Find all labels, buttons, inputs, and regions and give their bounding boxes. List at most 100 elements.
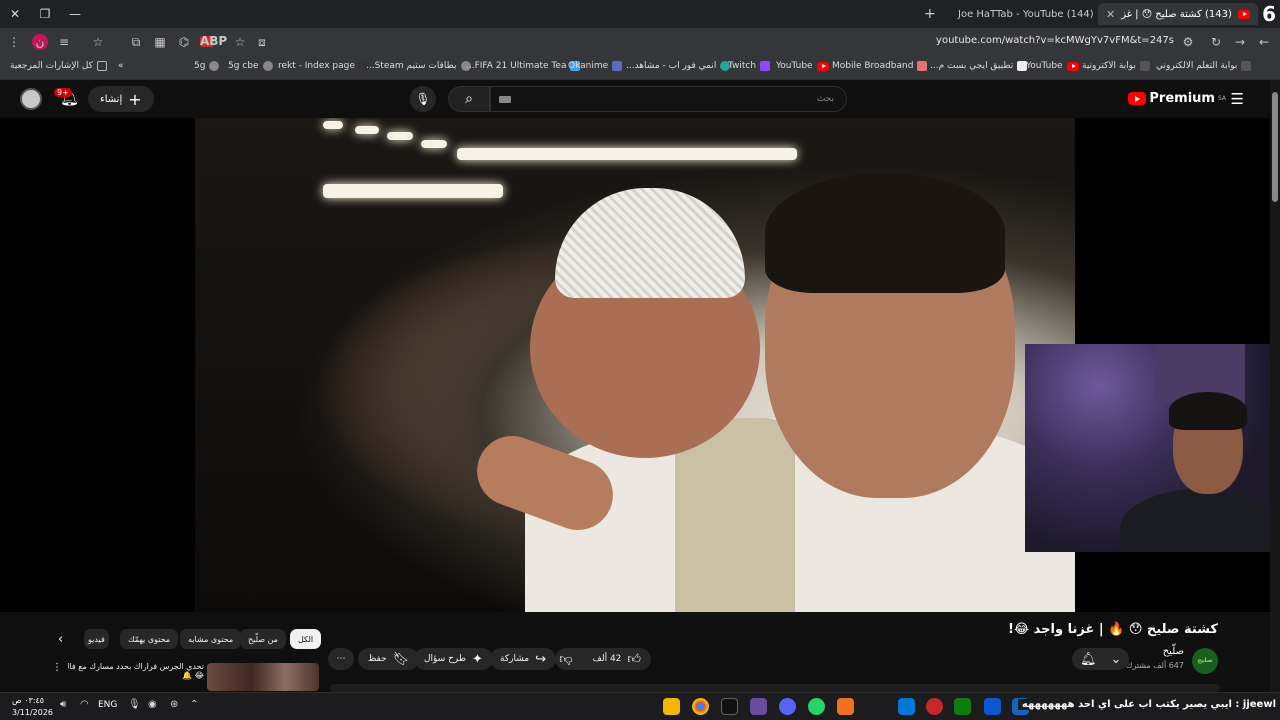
- favorite-star-icon[interactable]: ☆: [232, 34, 248, 50]
- wifi-icon[interactable]: ◠: [80, 699, 89, 710]
- menu-dots-icon[interactable]: ⋮: [6, 34, 22, 50]
- thumbs-down-icon[interactable]: 👎︎: [559, 652, 572, 667]
- bookmark-item[interactable]: Okanime: [568, 61, 623, 71]
- bookmark-item[interactable]: rekt - Index page: [278, 61, 369, 71]
- tab-active-video[interactable]: (143) كشتة صليح 😯 | غز ✕: [1098, 3, 1258, 25]
- meet-icon[interactable]: ◉: [148, 699, 157, 710]
- record-icon[interactable]: [926, 698, 943, 715]
- like-count[interactable]: 42 ألف: [593, 654, 622, 664]
- bookmark-item[interactable]: 5g cbe: [228, 61, 273, 71]
- address-bar-url[interactable]: youtube.com/watch?v=kcMWgYv7vFM&t=247s: [936, 35, 1174, 46]
- chat-ticker: jjeewl : ايبي يصير يكتب اب على اي احد هه…: [1017, 699, 1280, 710]
- thumbs-up-icon[interactable]: 👍︎: [627, 652, 641, 667]
- subscriber-count: 647 ألف مشترك: [1125, 661, 1184, 670]
- save-button[interactable]: 🔖︎ حفظ: [358, 648, 420, 670]
- subscribe-notifications-button[interactable]: ⌄ 🔔︎: [1072, 648, 1130, 670]
- taskbar-clock[interactable]: ٠٣:٤٥ ص 3/11/2026: [12, 695, 53, 719]
- search-icon[interactable]: ⌕: [448, 86, 490, 112]
- tab-close-icon[interactable]: ✕: [1106, 8, 1115, 21]
- youtube-premium-logo[interactable]: Premium SA: [1128, 91, 1226, 106]
- bookmark-item[interactable]: YouTube: [776, 61, 829, 71]
- video-player[interactable]: [0, 118, 1270, 612]
- suggested-video-thumbnail[interactable]: [207, 663, 319, 691]
- window-restore-icon[interactable]: ❐: [36, 5, 54, 23]
- share-button[interactable]: ↪ مشاركة: [490, 648, 556, 670]
- extensions-icon[interactable]: ⧉: [128, 34, 144, 50]
- channel-name[interactable]: صلّيح: [1163, 646, 1184, 657]
- capcut-icon[interactable]: [721, 698, 738, 715]
- extension-badge-icon[interactable]: ن: [32, 34, 48, 50]
- site-settings-icon[interactable]: ⚙: [1180, 34, 1196, 50]
- bookmark-item[interactable]: تطبيق ايجي بست م...: [930, 61, 1028, 71]
- chip-videos[interactable]: فيديو: [84, 629, 109, 649]
- suggested-video-title[interactable]: تحدي الجرس فراراك بحدد مسارك مع فالكونز …: [68, 662, 204, 680]
- volume-icon[interactable]: 🔊︎: [60, 699, 66, 710]
- chevron-left-icon[interactable]: ‹: [58, 632, 63, 647]
- more-actions-icon[interactable]: ⋯: [328, 648, 354, 670]
- chip-related[interactable]: محتوى مشابه: [180, 629, 242, 649]
- voice-search-icon[interactable]: 🎙︎: [410, 86, 436, 112]
- store-icon[interactable]: [898, 698, 915, 715]
- obs-icon[interactable]: [750, 698, 767, 715]
- bookmark-item[interactable]: بوابة الاكترونية: [1082, 61, 1150, 71]
- whatsapp-icon[interactable]: [808, 698, 825, 715]
- discord-icon[interactable]: [779, 698, 796, 715]
- hamburger-menu-icon[interactable]: ☰: [1231, 90, 1244, 108]
- all-bookmarks-folder[interactable]: كل الإشارات المرجعية: [10, 61, 107, 71]
- bookmark-item[interactable]: Twitch: [728, 61, 771, 71]
- person-hair: [765, 173, 1005, 293]
- bookmark-star-icon[interactable]: ☆: [90, 34, 106, 50]
- adblock-icon[interactable]: ABP: [200, 35, 227, 47]
- video-frame[interactable]: [195, 118, 1075, 612]
- back-arrow-icon[interactable]: ←: [1256, 34, 1272, 50]
- reload-icon[interactable]: ↻: [1208, 34, 1224, 50]
- file-explorer-icon[interactable]: [663, 698, 680, 715]
- bookmarks-bar: كل الإشارات المرجعية » 5g 5g cbe rekt - …: [0, 56, 1280, 80]
- microphone-icon[interactable]: 🎙︎: [128, 699, 141, 710]
- window-minimize-icon[interactable]: —: [66, 5, 84, 23]
- suggestion-menu-icon[interactable]: ⋮: [52, 662, 62, 673]
- sparkle-icon: ✦: [472, 651, 483, 667]
- tab-count-badge[interactable]: 6: [1262, 2, 1276, 26]
- forward-arrow-icon[interactable]: →: [1232, 34, 1248, 50]
- ask-button[interactable]: ✦ طرح سؤال: [414, 648, 493, 670]
- portal-icon: [1241, 61, 1252, 71]
- youtube-logo-icon: [1128, 92, 1147, 105]
- create-button[interactable]: + إنشاء: [88, 86, 154, 112]
- chrome-icon[interactable]: [692, 698, 709, 715]
- teams-icon[interactable]: [984, 698, 1001, 715]
- tray-overflow-icon[interactable]: ⌃: [190, 699, 198, 710]
- bookmark-item[interactable]: Mobile Broadband: [832, 61, 928, 71]
- taskbar: ٠٣:٤٥ ص 3/11/2026 🔊︎ ◠ ENG 🎙︎ ◉ ⊛ ⌃ jjee…: [0, 692, 1280, 720]
- install-app-icon[interactable]: ⧈: [254, 34, 270, 50]
- keyboard-icon[interactable]: [499, 96, 511, 103]
- bookmark-item[interactable]: 5g: [194, 61, 220, 71]
- tab-joe-hattab[interactable]: (144) Joe HaTTab - YouTube: [950, 3, 1120, 25]
- window-close-icon[interactable]: ✕: [6, 5, 24, 23]
- input-language[interactable]: ENG: [98, 700, 117, 710]
- bookmark-item[interactable]: انمي فور اب - مشاهد...: [626, 61, 731, 71]
- scrollbar-thumb[interactable]: [1272, 92, 1278, 202]
- sidepanel-icon[interactable]: ▦: [152, 34, 168, 50]
- bookmark-item[interactable]: FIFA 21 Ultimate Tea...: [466, 61, 581, 71]
- steam-tray-icon[interactable]: ⊛: [170, 699, 178, 710]
- bookmark-item[interactable]: بطاقات ستيم Steam...: [366, 61, 471, 71]
- bookmark-item[interactable]: بوابة التعلم الالكتروني: [1156, 61, 1252, 71]
- string-light: [457, 148, 797, 160]
- youtube-favicon-icon: [1066, 61, 1079, 71]
- chip-for-you[interactable]: محتوى يهمّك: [120, 629, 179, 649]
- youtube-favicon-icon: [1237, 9, 1250, 19]
- bookmarks-overflow-button[interactable]: »: [118, 61, 124, 71]
- account-avatar[interactable]: [20, 88, 42, 110]
- chip-all[interactable]: الكل: [290, 629, 322, 649]
- blender-icon[interactable]: [837, 698, 854, 715]
- search-input[interactable]: بحث: [490, 86, 847, 112]
- youtube-header: 🔔︎ 9+ + إنشاء 🎙︎ ⌕ بحث Premium SA ☰: [0, 80, 1270, 118]
- playlist-icon[interactable]: ≡: [56, 34, 72, 50]
- chip-from-channel[interactable]: من صلّيح: [240, 629, 286, 649]
- bookmark-item[interactable]: YouTube: [1026, 61, 1079, 71]
- new-tab-button[interactable]: +: [916, 3, 944, 25]
- vpn-icon[interactable]: ⌬: [176, 34, 192, 50]
- xbox-icon[interactable]: [954, 698, 971, 715]
- channel-avatar[interactable]: صليح: [1192, 648, 1218, 674]
